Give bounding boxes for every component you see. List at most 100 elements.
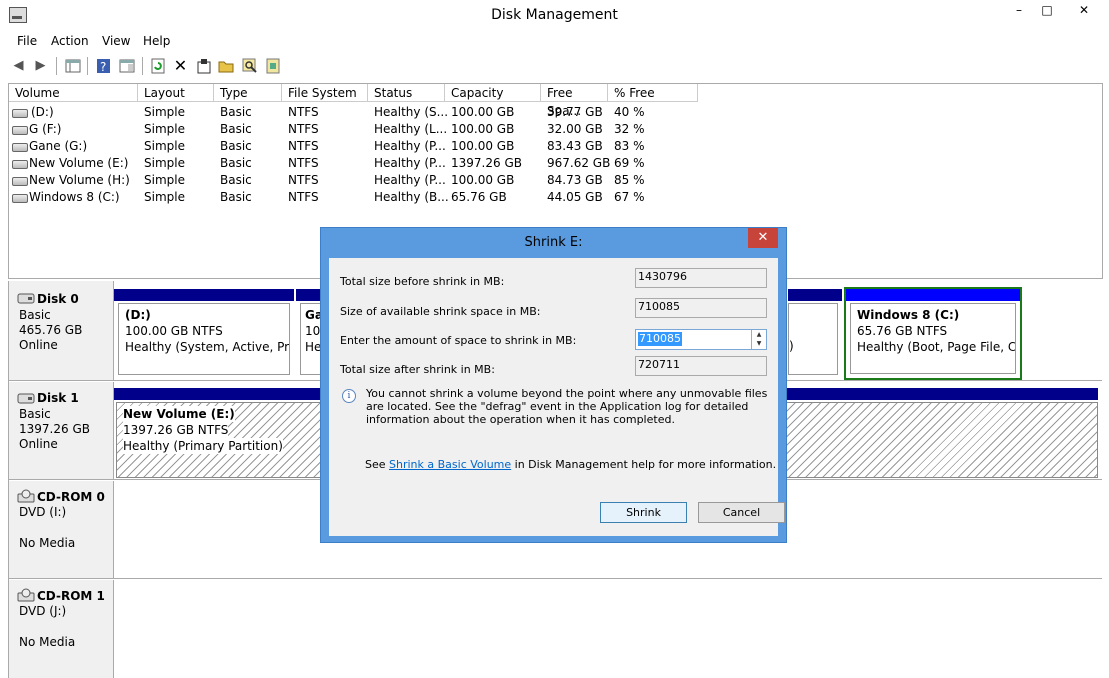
table-row[interactable]: Gane (G:) Simple Basic NTFS Healthy (P..… [9,138,1102,155]
column-header-status[interactable]: Status [368,84,445,102]
toolbar-separator [56,57,57,75]
disk-1-state: Online [19,437,58,451]
cell-file-system: NTFS [288,190,319,204]
cell-percent-free: 67 % [614,190,645,204]
cell-type: Basic [220,139,252,153]
back-icon[interactable]: ◀ [10,57,27,74]
shrink-button[interactable]: Shrink [600,502,687,523]
column-header-volume[interactable]: Volume [9,84,138,102]
dialog-close-button[interactable]: ✕ [748,228,778,248]
cell-free-space: 44.05 GB [547,190,603,204]
table-row[interactable]: (D:) Simple Basic NTFS Healthy (S... 100… [9,104,1102,121]
cell-type: Basic [220,122,252,136]
cell-file-system: NTFS [288,105,319,119]
menu-file[interactable]: File [17,34,37,48]
volume-g-status: Hea [305,340,325,354]
volume-d-size: 100.00 GB NTFS [125,324,223,338]
cell-capacity: 65.76 GB [451,190,507,204]
info-icon: i [342,389,356,403]
volume-h[interactable]: ) [788,289,842,379]
cell-percent-free: 83 % [614,139,645,153]
shrink-help-link[interactable]: Shrink a Basic Volume [389,458,511,471]
cell-type: Basic [220,173,252,187]
disk-0-label[interactable]: Disk 0 Basic 465.76 GB Online [9,281,114,381]
menu-help[interactable]: Help [143,34,170,48]
disk-1-label[interactable]: Disk 1 Basic 1397.26 GB Online [9,382,114,480]
cdrom-1-media: No Media [19,635,76,649]
open-icon[interactable] [218,57,235,74]
console-icon[interactable] [118,57,135,74]
volume-d[interactable]: (D:) 100.00 GB NTFS Healthy (System, Act… [114,289,294,379]
table-row[interactable]: G (F:) Simple Basic NTFS Healthy (L... 1… [9,121,1102,138]
help-line: See Shrink a Basic Volume in Disk Manage… [365,458,776,471]
column-header-percent-free[interactable]: % Free [608,84,698,102]
cell-free-space: 83.43 GB [547,139,603,153]
info-text: You cannot shrink a volume beyond the po… [366,387,768,426]
cancel-button[interactable]: Cancel [698,502,785,523]
volume-c-name: Windows 8 (C:) [857,308,960,322]
cdrom-1-drive: DVD (J:) [19,604,67,618]
cell-percent-free: 69 % [614,156,645,170]
cell-layout: Simple [144,173,185,187]
forward-icon[interactable]: ▶ [32,57,49,74]
close-button[interactable]: ✕ [1061,0,1107,22]
spin-up-icon[interactable]: ▲ [752,330,766,339]
disk-0-size: 465.76 GB [19,323,83,337]
shrink-amount-input[interactable]: 710085 [638,332,682,346]
cell-capacity: 100.00 GB [451,173,515,187]
cell-free-space: 39.77 GB [547,105,603,119]
cdrom-1-label[interactable]: CD-ROM 1 DVD (J:) No Media [9,580,114,678]
menu-action[interactable]: Action [51,34,89,48]
column-header-type[interactable]: Type [214,84,282,102]
cell-capacity: 1397.26 GB [451,156,522,170]
toolbar-separator [142,57,143,75]
cell-capacity: 100.00 GB [451,139,515,153]
cell-layout: Simple [144,139,185,153]
cdrom-0-name: CD-ROM 0 [37,490,105,504]
table-row[interactable]: New Volume (E:) Simple Basic NTFS Health… [9,155,1102,172]
cd-drive-icon [17,489,35,503]
table-row[interactable]: Windows 8 (C:) Simple Basic NTFS Healthy… [9,189,1102,206]
properties-icon[interactable] [195,57,212,74]
table-row[interactable]: New Volume (H:) Simple Basic NTFS Health… [9,172,1102,189]
cell-free-space: 32.00 GB [547,122,603,136]
disk-0-type: Basic [19,308,51,322]
export-icon[interactable] [264,57,281,74]
dialog-title: Shrink E: [524,235,583,250]
toolbar-separator [87,57,88,75]
cell-capacity: 100.00 GB [451,105,515,119]
column-header-capacity[interactable]: Capacity [445,84,541,102]
cell-volume: New Volume (E:) [29,156,129,170]
volume-c[interactable]: Windows 8 (C:) 65.76 GB NTFS Healthy (Bo… [844,287,1022,380]
cdrom-1-area [114,580,1102,678]
cell-percent-free: 85 % [614,173,645,187]
cdrom-0-label[interactable]: CD-ROM 0 DVD (I:) No Media [9,481,114,579]
shrink-amount-label: Enter the amount of space to shrink in M… [340,334,577,347]
column-header-file-system[interactable]: File System [282,84,368,102]
refresh-icon[interactable] [149,57,166,74]
total-before-value: 1430796 [635,268,767,288]
minimize-button[interactable]: – [1005,0,1033,22]
cell-volume: Windows 8 (C:) [29,190,120,204]
help-icon[interactable]: ? [95,57,112,74]
column-header-free-space[interactable]: Free Spa... [541,84,608,118]
shrink-dialog: Shrink E: ✕ Total size before shrink in … [320,227,787,543]
maximize-button[interactable]: □ [1033,0,1061,22]
shrink-amount-stepper[interactable]: 710085 ▲ ▼ [635,329,767,350]
cell-status: Healthy (P... [374,156,446,170]
console-tree-icon[interactable] [64,57,81,74]
help-suffix: in Disk Management help for more informa… [511,458,777,471]
cdrom-1-name: CD-ROM 1 [37,589,105,603]
cell-layout: Simple [144,156,185,170]
menu-view[interactable]: View [102,34,130,48]
cell-free-space: 84.73 GB [547,173,603,187]
column-header-layout[interactable]: Layout [138,84,214,102]
drive-icon [12,160,28,169]
volume-d-name: (D:) [125,308,151,322]
delete-icon[interactable]: ✕ [172,56,189,75]
cell-percent-free: 40 % [614,105,645,119]
search-icon[interactable] [241,57,258,74]
spin-down-icon[interactable]: ▼ [752,339,766,348]
disk-1-size: 1397.26 GB [19,422,90,436]
toolbar: ◀ ▶ ? ✕ [0,53,1109,79]
